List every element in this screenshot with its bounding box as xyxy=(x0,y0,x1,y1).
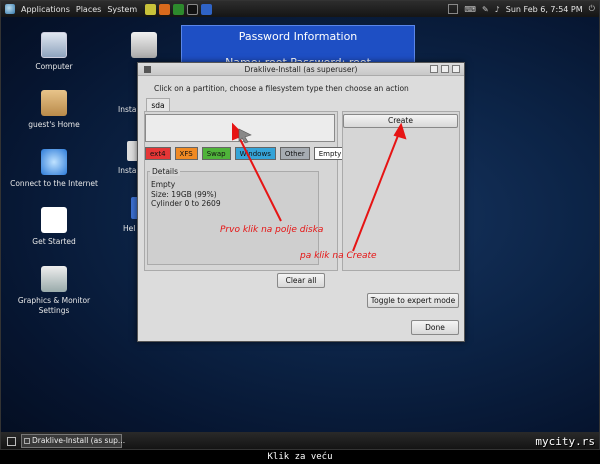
annotation-second: pa klik na Create xyxy=(300,251,377,261)
caption[interactable]: Klik za veću xyxy=(0,450,600,464)
taskbar-item-draklive[interactable]: Draklive-Install (as sup... xyxy=(21,434,126,448)
taskbar-item-label: Draklive-Install (as sup... xyxy=(32,436,126,445)
show-desktop-icon[interactable] xyxy=(7,437,16,446)
window-icon xyxy=(24,438,30,444)
desktop: Applications Places System ⌨ ✎ ♪ Sun Feb… xyxy=(0,0,600,450)
arrow-to-partition xyxy=(236,132,282,222)
annotation-first: Prvo klik na polje diska xyxy=(220,225,324,235)
screenshot-root: Applications Places System ⌨ ✎ ♪ Sun Feb… xyxy=(0,0,600,464)
watermark: mycity.rs xyxy=(535,435,595,448)
bottom-panel: Draklive-Install (as sup... xyxy=(1,432,599,449)
arrow-to-create-head xyxy=(393,122,407,140)
arrow-to-create xyxy=(352,132,400,252)
